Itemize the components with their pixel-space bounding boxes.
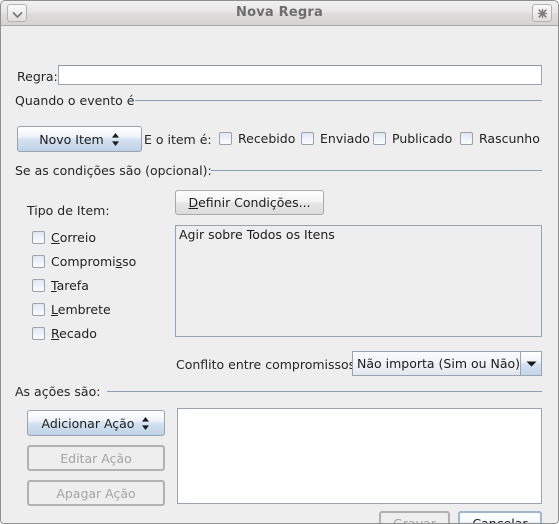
event-group-separator [135, 100, 542, 101]
cancel-button[interactable]: Cancelar [458, 511, 542, 524]
checkbox-box-icon [32, 255, 45, 268]
up-down-arrows-icon [111, 132, 120, 147]
add-action-button[interactable]: Adicionar Ação [27, 410, 165, 436]
define-conditions-label: Definir Condições... [188, 195, 311, 210]
conflict-dropdown-value: Não importa (Sim ou Não) [352, 351, 521, 376]
conditions-group-label: Se as condições são (opcional): [15, 163, 212, 178]
checkbox-box-icon [373, 132, 386, 145]
rule-label: Regra: [17, 69, 58, 84]
item-is-label: E o item é: [144, 132, 212, 147]
delete-action-label: Apagar Ação [56, 485, 136, 501]
close-button[interactable] [532, 4, 552, 22]
actions-group-separator [107, 391, 542, 392]
close-icon [537, 4, 548, 23]
checkbox-enviado[interactable]: Enviado [301, 131, 370, 146]
window-title: Nova Regra [236, 5, 323, 20]
conditions-group-separator [211, 170, 542, 171]
event-trigger-button[interactable]: Novo Item [17, 126, 142, 152]
rule-input[interactable] [58, 65, 542, 85]
checkbox-box-icon [460, 132, 473, 145]
checkbox-tarefa[interactable]: Tarefa [32, 278, 89, 293]
dialog-content: Regra: Quando o evento é Novo Item E o i… [1, 26, 558, 524]
checkbox-box-icon [301, 132, 314, 145]
checkbox-box-icon [32, 231, 45, 244]
checkbox-label: Rascunho [479, 131, 540, 146]
delete-action-button: Apagar Ação [27, 480, 165, 506]
conflict-dropdown-arrow[interactable] [520, 351, 542, 376]
checkbox-label: Recado [51, 326, 97, 341]
define-conditions-button[interactable]: Definir Condições... [175, 190, 324, 215]
checkbox-recado[interactable]: Recado [32, 326, 97, 341]
checkbox-label: Recebido [238, 131, 296, 146]
checkbox-publicado[interactable]: Publicado [373, 131, 452, 146]
event-trigger-label: Novo Item [39, 131, 104, 147]
checkbox-label: Tarefa [51, 278, 89, 293]
checkbox-label: Compromisso [51, 254, 137, 269]
checkbox-label: Correio [51, 230, 96, 245]
checkbox-box-icon [219, 132, 232, 145]
edit-action-button: Editar Ação [27, 445, 165, 471]
chevron-down-icon [525, 356, 538, 371]
up-down-arrows-icon [141, 416, 150, 431]
checkbox-box-icon [32, 327, 45, 340]
checkbox-rascunho[interactable]: Rascunho [460, 131, 540, 146]
conditions-list[interactable]: Agir sobre Todos os Itens [175, 225, 542, 337]
checkbox-correio[interactable]: Correio [32, 230, 96, 245]
checkbox-box-icon [32, 303, 45, 316]
checkbox-lembrete[interactable]: Lembrete [32, 302, 111, 317]
checkbox-compromisso[interactable]: Compromisso [32, 254, 136, 269]
event-group-label: Quando o evento é [15, 93, 135, 108]
checkbox-label: Lembrete [51, 302, 111, 317]
actions-list[interactable] [177, 408, 542, 504]
save-button: Gravar [379, 511, 450, 524]
conflict-dropdown[interactable]: Não importa (Sim ou Não) [352, 351, 542, 376]
cancel-button-label: Cancelar [472, 515, 528, 524]
list-item[interactable]: Agir sobre Todos os Itens [176, 226, 541, 243]
new-rule-dialog: Nova Regra Regra: Quando o evento é Novo… [0, 0, 559, 524]
checkbox-recebido[interactable]: Recebido [219, 131, 295, 146]
checkbox-box-icon [32, 279, 45, 292]
checkbox-label: Enviado [320, 131, 370, 146]
checkbox-label: Publicado [392, 131, 453, 146]
save-button-label: Gravar [393, 515, 436, 524]
conflict-label: Conflito entre compromissos: [176, 357, 360, 372]
item-type-label: Tipo de Item: [27, 203, 110, 218]
add-action-label: Adicionar Ação [41, 415, 135, 431]
actions-group-label: As ações são: [15, 384, 101, 399]
title-bar: Nova Regra [1, 1, 558, 26]
edit-action-label: Editar Ação [60, 450, 132, 466]
